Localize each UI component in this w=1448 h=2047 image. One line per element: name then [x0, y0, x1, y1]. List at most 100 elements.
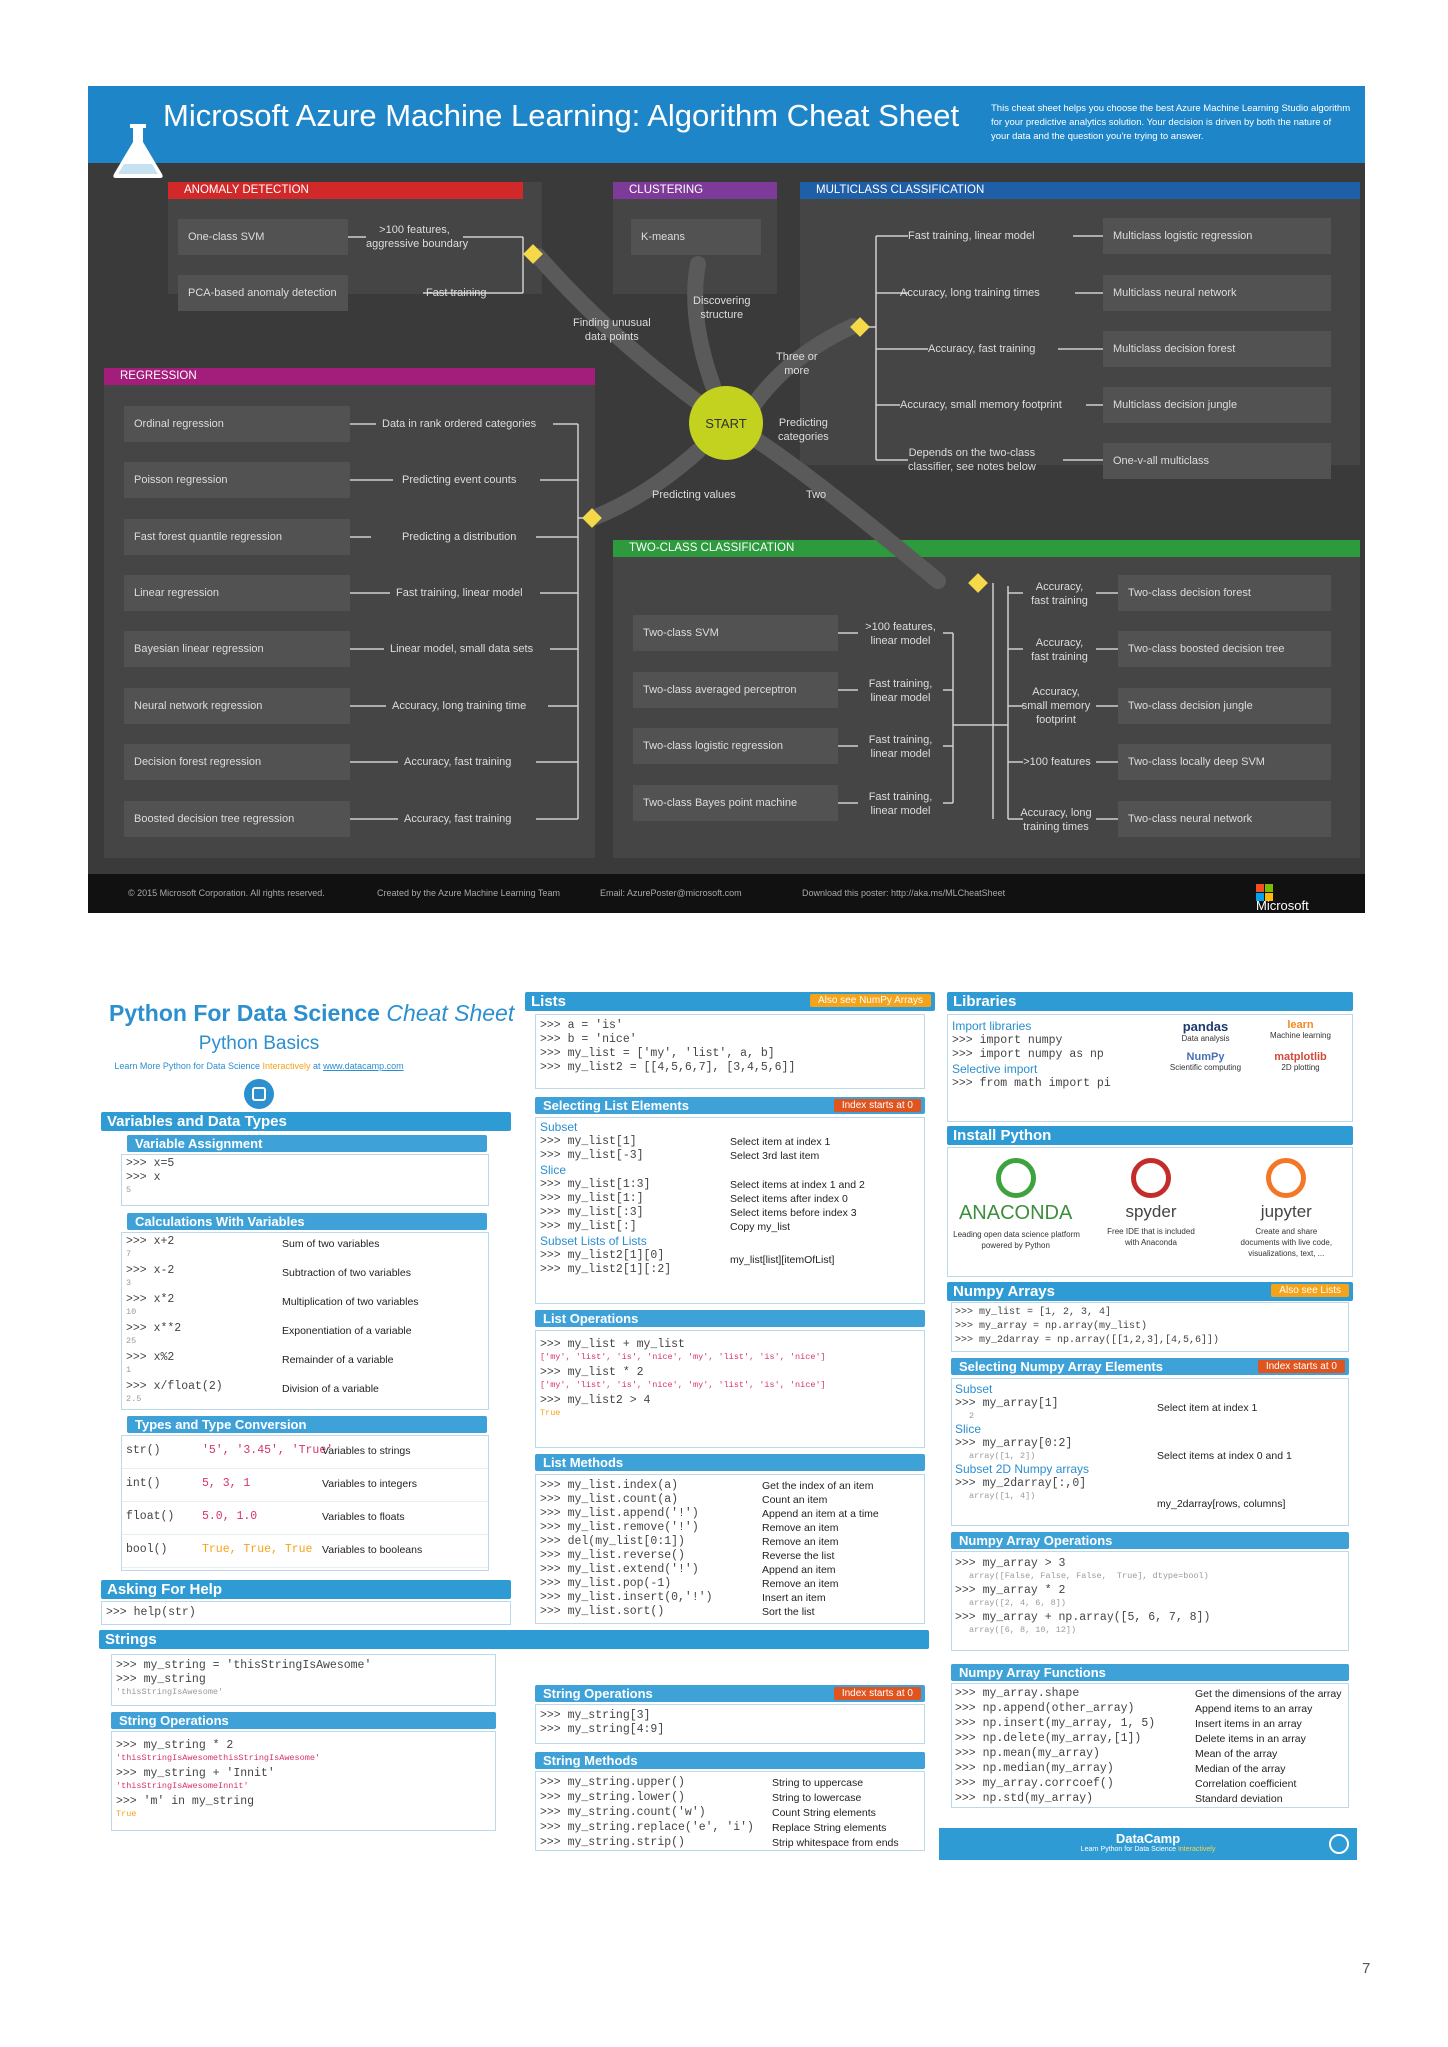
python-cheat-sheet: Python For Data Science Cheat Sheet Pyth… [99, 990, 1357, 1883]
azure-cheat-sheet: Microsoft Azure Machine Learning: Algori… [88, 86, 1365, 913]
np-ops-header: Numpy Array Operations [951, 1532, 1349, 1549]
algo-twoclass: Two-class Bayes point machine [633, 785, 838, 821]
list-item: >>> my_array.shape Get the dimensions of … [955, 1687, 1345, 1702]
desc: Exponentiation of a variable [282, 1325, 412, 1337]
list-item: >>> del(my_list[0:1]) Remove an item [540, 1535, 920, 1549]
algo-pca-anomaly: PCA-based anomaly detection [178, 275, 348, 311]
code-line: >>> my_list.reverse() [540, 1549, 685, 1562]
list-item: >>> my_string.replace('e', 'i') Replace S… [540, 1821, 920, 1836]
code-line: >>> my_array + np.array([5, 6, 7, 8]) [955, 1611, 1211, 1624]
desc: Delete items in an array [1195, 1733, 1306, 1745]
table-row: >>> x**2 25 Exponentiation of a variable [122, 1320, 488, 1349]
cond-label: Accuracy, small memory footprint [900, 399, 1062, 411]
desc: Variables to floats [322, 1511, 405, 1523]
np-ops-box: >>> my_array > 3 array([False, False, Fal… [951, 1551, 1349, 1651]
desc: Select item at index 1 [730, 1136, 831, 1148]
select-list-title: Selecting List Elements [543, 1098, 689, 1113]
types-box: str() '5', '3.45', 'True' Variables to str… [121, 1435, 489, 1571]
numpy-title: Numpy Arrays [953, 1283, 1055, 1300]
footer-email[interactable]: Email: AzurePoster@microsoft.com [600, 888, 742, 898]
list-item: >>> my_list.count(a) Count an item [540, 1493, 920, 1507]
code-line: >>> my_2darray = np.array([[1,2,3],[4,5,… [955, 1335, 1220, 1346]
slice-label: Slice [540, 1163, 567, 1177]
path-label: Finding unusual data points [573, 317, 651, 343]
index-tag: Index starts at 0 [1257, 1360, 1345, 1373]
datacamp-footer: DataCamp Learn Python for Data Science I… [939, 1828, 1357, 1860]
desc: Remainder of a variable [282, 1354, 394, 1366]
list-item: >>> my_list[1] Select item at index 1 [540, 1135, 920, 1149]
algo-regression: Fast forest quantile regression [124, 519, 350, 555]
assign-code: >>> x=5 >>> x5 [121, 1154, 489, 1206]
subset-label: Subset [955, 1382, 993, 1396]
code-line: >>> my_list.sort() [540, 1605, 665, 1618]
learn-text: Learn More Python for Data Science [114, 1061, 260, 1071]
algo-regression: Poisson regression [124, 462, 350, 498]
code-line: >>> my_string * 2 [116, 1739, 234, 1752]
variables-header: Variables and Data Types [101, 1112, 511, 1131]
code-output: 5 [126, 1185, 132, 1195]
sublists-label: Subset Lists of Lists [540, 1234, 647, 1248]
list-item: >>> my_list[:] Copy my_list [540, 1220, 920, 1234]
list-methods-header: List Methods [535, 1454, 925, 1471]
install-desc: Create and share documents with live cod… [1240, 1227, 1333, 1258]
cond-label: Accuracy, fast training [928, 343, 1036, 355]
code-line: >>> np.std(my_array) [955, 1792, 1094, 1805]
table-row: int() 5, 3, 1 Variables to integers [122, 1469, 488, 1502]
datacamp-link[interactable]: www.datacamp.com [323, 1061, 404, 1071]
datacamp-icon [244, 1079, 274, 1109]
list-ops-header: List Operations [535, 1310, 925, 1327]
desc: Append an item at a time [762, 1508, 879, 1520]
code-line: >>> my_string + 'Innit' [116, 1767, 275, 1780]
spyder-icon [1130, 1158, 1171, 1198]
list-item: >>> my_list.reverse() Reverse the list [540, 1549, 920, 1563]
code-line: >>> my_2darray[:,0] [955, 1477, 1087, 1490]
library-item: learn Machine learning [1253, 1019, 1348, 1043]
desc: Count String elements [772, 1807, 876, 1819]
table-row: >>> x%2 1 Remainder of a variable [122, 1349, 488, 1378]
code-value: True, True, True [202, 1543, 313, 1556]
list-item: >>> np.insert(my_array, 1, 5) Insert item… [955, 1717, 1345, 1732]
desc: Select 3rd last item [730, 1150, 820, 1162]
list-item: >>> my_list.sort() Sort the list [540, 1605, 920, 1619]
footer-download[interactable]: Download this poster: http://aka.ms/MLCh… [802, 888, 1005, 898]
table-row: bool() True, True, True Variables to boole… [122, 1535, 488, 1568]
lists-title: Lists [531, 993, 567, 1010]
np-select-title: Selecting Numpy Array Elements [959, 1359, 1163, 1374]
desc: Select items at index 1 and 2 [730, 1179, 865, 1191]
code-line: >>> my_list2 > 4 [540, 1394, 651, 1407]
code-line: float() [126, 1510, 175, 1523]
cond-label: Predicting a distribution [402, 531, 517, 543]
list-item: >>> my_list.extend('!') Append an item [540, 1563, 920, 1577]
desc: Median of the array [1195, 1763, 1286, 1775]
list-item: >>> my_list2[1][0] >>> my_list2[1][:2] my_… [540, 1249, 920, 1277]
code-line: >>> my_list.extend('!') [540, 1563, 699, 1576]
desc: Get the dimensions of the array [1195, 1688, 1342, 1700]
table-row: >>> x-2 3 Subtraction of two variables [122, 1262, 488, 1291]
code-line: >>> del(my_list[0:1]) [540, 1535, 685, 1548]
code-line: >>> x=5 [126, 1157, 175, 1170]
cond-label: Predicting event counts [402, 474, 517, 486]
cond-label: Accuracy, fast training [1031, 581, 1088, 607]
code-line: >>> np.mean(my_array) [955, 1747, 1100, 1760]
list-item: >>> my_string.strip() Strip whitespace fr… [540, 1836, 920, 1851]
cond-label: Accuracy, fast training [1031, 637, 1088, 663]
algo-regression: Bayesian linear regression [124, 631, 350, 667]
code-output: True [116, 1809, 137, 1819]
strings-code: >>> my_string = 'thisStringIsAwesome' >>… [111, 1654, 496, 1706]
string-ops2-title: String Operations [543, 1686, 653, 1701]
list-item: >>> my_list[:3] Select items before index… [540, 1206, 920, 1220]
list-item: >>> np.append(other_array) Append items t… [955, 1702, 1345, 1717]
select-list-box: Subset >>> my_list[1] Select item at index… [535, 1117, 925, 1304]
path-label: Predicting values [652, 489, 736, 501]
desc: Insert items in an array [1195, 1718, 1302, 1730]
learn-highlight: Interactively [262, 1061, 311, 1071]
list-methods-box: >>> my_list.index(a) Get the index of an … [535, 1474, 925, 1624]
code-line: >>> my_list * 2 [540, 1366, 644, 1379]
desc: Reverse the list [762, 1550, 835, 1562]
code-line: >>> x [126, 1171, 161, 1184]
path-label: Two [806, 489, 827, 501]
code-line: >>> my_string[4:9] [540, 1723, 665, 1736]
desc: Multiplication of two variables [282, 1296, 419, 1308]
list-item: >>> my_string.count('w') Count String ele… [540, 1806, 920, 1821]
table-row: >>> x*2 10 Multiplication of two variables [122, 1291, 488, 1320]
